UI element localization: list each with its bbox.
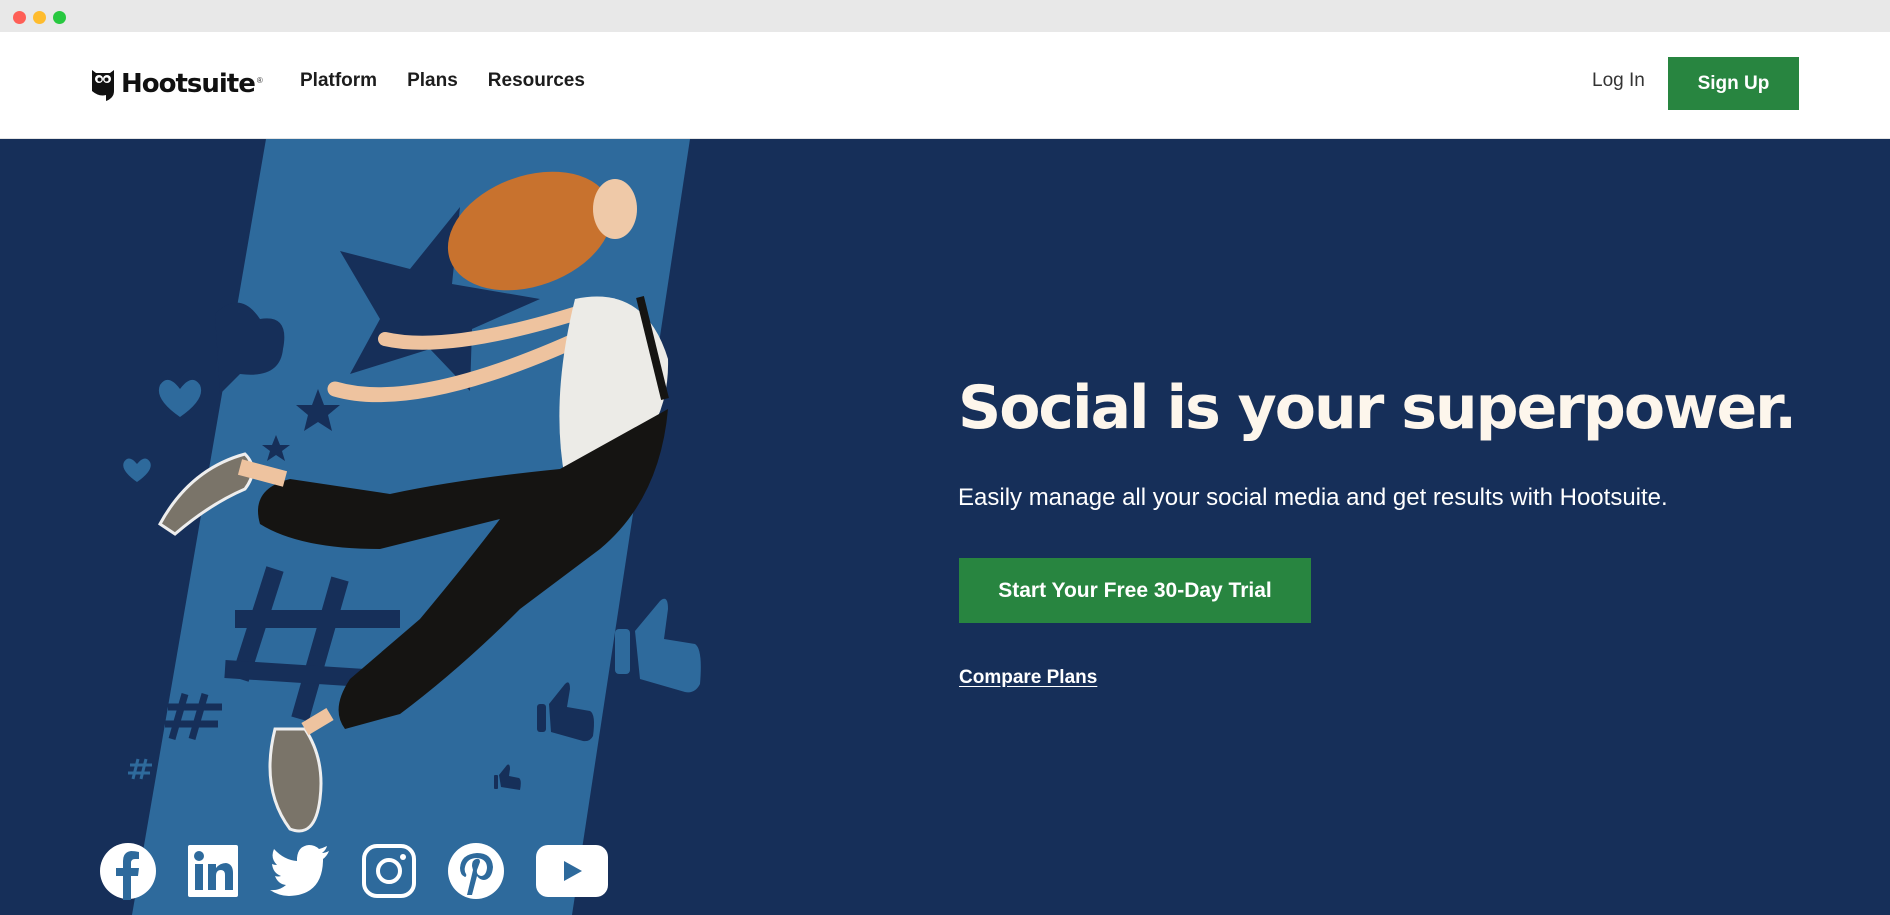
login-link[interactable]: Log In (1592, 70, 1645, 92)
compare-plans-link[interactable]: Compare Plans (959, 667, 1097, 689)
main-nav: Platform Plans Resources (300, 70, 585, 92)
signup-button[interactable]: Sign Up (1668, 57, 1799, 110)
browser-chrome (0, 0, 1890, 32)
hero-section: Social is your superpower. Easily manage… (0, 139, 1890, 915)
hero-illustration (123, 139, 701, 915)
instagram-icon (362, 844, 416, 898)
hashtag-shape-small (128, 758, 152, 780)
social-icons-row (100, 842, 640, 900)
hero-headline: Social is your superpower. (958, 373, 1797, 443)
thumbs-up-shape-large (615, 598, 701, 693)
pinterest-icon (448, 843, 504, 899)
nav-platform[interactable]: Platform (300, 70, 377, 92)
registered-mark: ® (256, 76, 263, 85)
twitter-icon (270, 845, 329, 896)
site-header: Hootsuite ® Platform Plans Resources Log… (0, 32, 1890, 139)
heart-shape (158, 379, 202, 417)
facebook-icon (100, 843, 156, 900)
hero-subtitle: Easily manage all your social media and … (958, 484, 1668, 511)
window-maximize-button[interactable] (53, 11, 66, 24)
nav-plans[interactable]: Plans (407, 70, 458, 92)
window-close-button[interactable] (13, 11, 26, 24)
heart-shape-small (123, 458, 151, 482)
nav-resources[interactable]: Resources (488, 70, 585, 92)
hootsuite-logo[interactable]: Hootsuite ® (91, 66, 263, 102)
start-free-trial-button[interactable]: Start Your Free 30-Day Trial (959, 558, 1311, 623)
youtube-icon (536, 845, 608, 897)
window-minimize-button[interactable] (33, 11, 46, 24)
linkedin-icon (188, 845, 238, 897)
brand-name: Hootsuite (121, 69, 256, 99)
owl-logo-icon (92, 70, 114, 101)
